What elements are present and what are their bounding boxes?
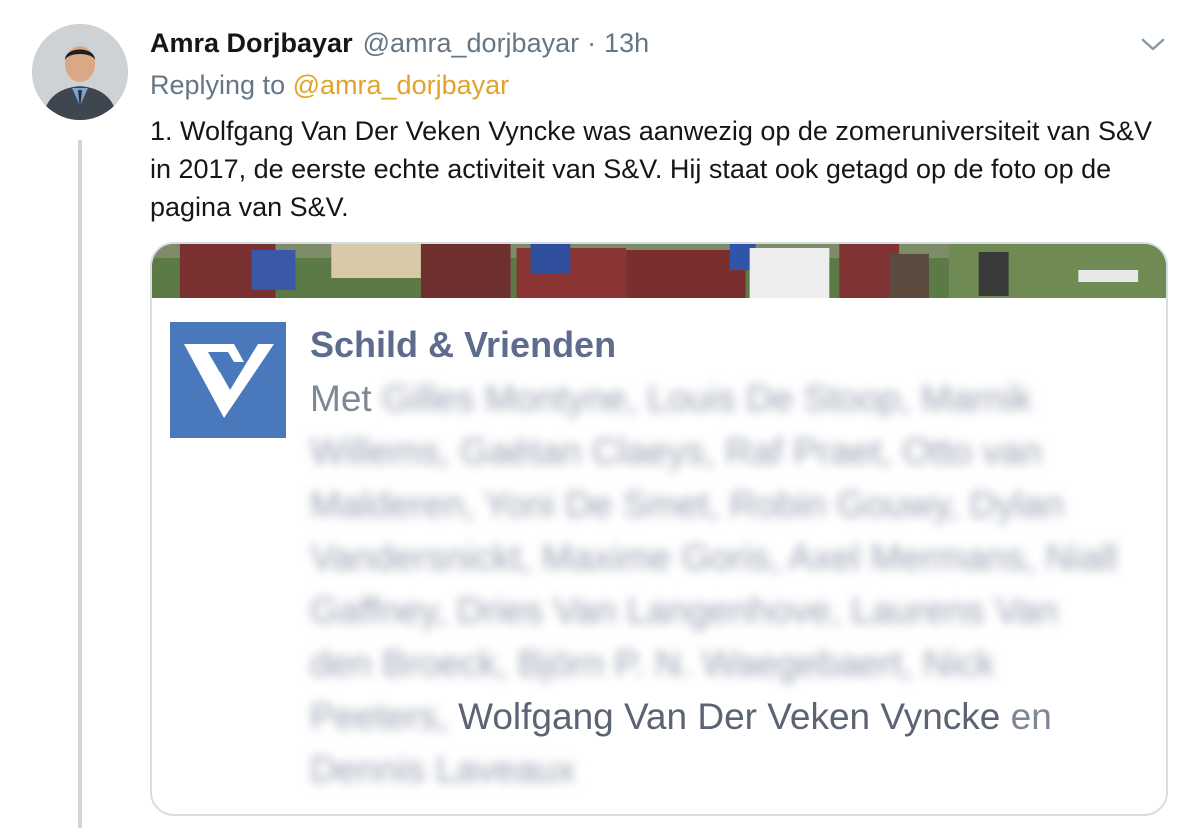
chevron-down-icon (1141, 38, 1165, 51)
page-name: Schild & Vrienden (310, 324, 617, 365)
replying-prefix: Replying to (150, 70, 286, 100)
tweet[interactable]: Amra Dorjbayar @amra_dorjbayar · 13h Rep… (0, 0, 1202, 828)
more-options-button[interactable] (1140, 34, 1166, 56)
timestamp[interactable]: 13h (604, 28, 649, 59)
avatar[interactable] (32, 24, 128, 120)
separator-dot: · (587, 28, 597, 58)
media-card[interactable]: Schild & Vrienden Met Gilles Montyne, Lo… (150, 242, 1168, 816)
tweet-header: Amra Dorjbayar @amra_dorjbayar · 13h (150, 28, 649, 62)
conjunction: en (1010, 696, 1052, 737)
author-name[interactable]: Amra Dorjbayar (150, 28, 353, 59)
tagged-people: Met Gilles Montyne, Louis De Stoop, Marn… (310, 372, 1130, 796)
thread-line (78, 140, 82, 828)
blurred-names: Gilles Montyne, Louis De Stoop, Marnik W… (310, 378, 1118, 737)
replying-to: Replying to @amra_dorjbayar (150, 70, 509, 101)
replying-to-handle-link[interactable]: @amra_dorjbayar (293, 70, 510, 100)
highlighted-name: Wolfgang Van Der Veken Vyncke (458, 696, 1001, 737)
author-handle[interactable]: @amra_dorjbayar (363, 28, 580, 59)
sv-logo-icon (170, 322, 286, 438)
page-logo (170, 322, 286, 438)
avatar-image (32, 24, 128, 120)
photo-image (152, 244, 1166, 298)
tweet-text: 1. Wolfgang Van Der Veken Vyncke was aan… (150, 116, 1153, 222)
photo-strip (152, 244, 1166, 298)
tag-prefix: Met (310, 378, 372, 419)
facebook-post: Schild & Vrienden Met Gilles Montyne, Lo… (152, 298, 1166, 814)
blurred-names-last: Dennis Laveaux (310, 749, 576, 790)
